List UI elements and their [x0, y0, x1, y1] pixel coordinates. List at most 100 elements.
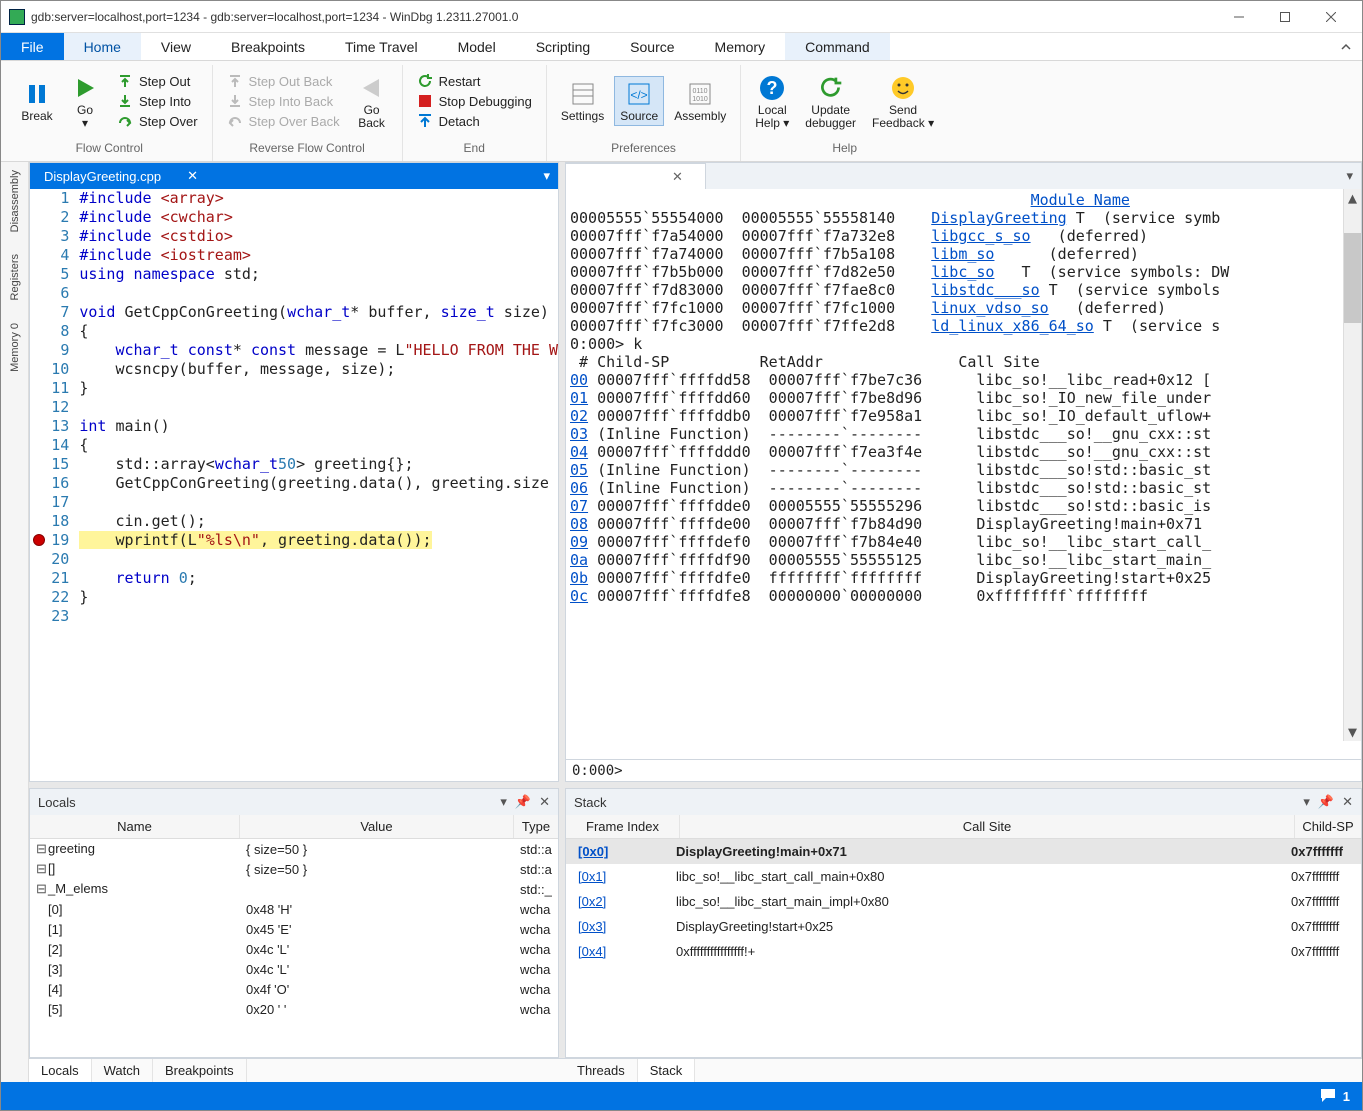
- code-line[interactable]: cin.get();: [79, 512, 558, 531]
- code-line[interactable]: #include <cwchar>: [79, 208, 558, 227]
- settings-button[interactable]: Settings: [555, 76, 610, 125]
- break-button[interactable]: Break: [15, 76, 59, 125]
- code-line[interactable]: wchar_t const* const message = L"HELLO F…: [79, 341, 558, 360]
- locals-row[interactable]: ⊟_M_elemsstd::_: [30, 879, 558, 899]
- col-value[interactable]: Value: [240, 815, 514, 838]
- editor-hscroll[interactable]: [30, 763, 558, 781]
- bottom-tab-breakpoints[interactable]: Breakpoints: [153, 1059, 247, 1082]
- code-editor[interactable]: 1234567891011121314151617181920212223#in…: [30, 189, 558, 763]
- update-debugger-button[interactable]: Update debugger: [799, 70, 862, 132]
- pane-dropdown-icon[interactable]: ▾: [1303, 794, 1310, 810]
- tab-memory[interactable]: Memory: [695, 33, 786, 60]
- code-line[interactable]: [79, 284, 558, 303]
- stack-row[interactable]: [0x2]libc_so!__libc_start_main_impl+0x80…: [566, 889, 1361, 914]
- tab-model[interactable]: Model: [438, 33, 516, 60]
- step-into-button[interactable]: Step Into: [111, 91, 204, 111]
- code-line[interactable]: [79, 607, 558, 626]
- locals-body[interactable]: ⊟greeting{ size=50 }std::a⊟[]{ size=50 }…: [30, 839, 558, 1039]
- locals-row[interactable]: ⊟[]{ size=50 }std::a: [30, 859, 558, 879]
- locals-row[interactable]: [3]0x4c 'L'wcha: [30, 959, 558, 979]
- tab-time-travel[interactable]: Time Travel: [325, 33, 438, 60]
- command-hscroll[interactable]: [566, 741, 1361, 759]
- close-tab-icon[interactable]: ✕: [179, 168, 206, 184]
- pane-menu-icon[interactable]: ▾: [543, 168, 550, 184]
- stack-row[interactable]: [0x4]0xffffffffffffffff!+0x7ffffffff: [566, 939, 1361, 964]
- tab-scripting[interactable]: Scripting: [516, 33, 610, 60]
- pane-dropdown-icon[interactable]: ▾: [500, 794, 507, 810]
- code-line[interactable]: }: [79, 379, 558, 398]
- locals-row[interactable]: [4]0x4f 'O'wcha: [30, 979, 558, 999]
- code-line[interactable]: GetCppConGreeting(greeting.data(), greet…: [79, 474, 558, 493]
- code-line[interactable]: std::array<wchar_t50> greeting{};: [79, 455, 558, 474]
- maximize-button[interactable]: [1262, 2, 1308, 32]
- locals-row[interactable]: [0]0x48 'H'wcha: [30, 899, 558, 919]
- bottom-tab-threads[interactable]: Threads: [565, 1059, 638, 1082]
- pane-menu-icon[interactable]: ▾: [1346, 168, 1353, 184]
- code-line[interactable]: #include <array>: [79, 189, 558, 208]
- feedback-indicator[interactable]: 1: [1319, 1087, 1350, 1105]
- local-help-button[interactable]: ? Local Help ▾: [749, 70, 795, 132]
- code-line[interactable]: [79, 493, 558, 512]
- breakpoint-marker[interactable]: [33, 534, 45, 546]
- pin-icon[interactable]: 📌: [515, 794, 531, 810]
- ribbon-collapse-button[interactable]: [1330, 33, 1362, 60]
- command-tab[interactable]: Command ✕: [566, 163, 706, 189]
- close-pane-icon[interactable]: ✕: [1342, 794, 1353, 810]
- stack-row[interactable]: [0x3]DisplayGreeting!start+0x250x7ffffff…: [566, 914, 1361, 939]
- detach-button[interactable]: Detach: [411, 111, 538, 131]
- code-line[interactable]: [79, 550, 558, 569]
- col-name[interactable]: Name: [30, 815, 240, 838]
- code-line[interactable]: #include <iostream>: [79, 246, 558, 265]
- tool-disassembly[interactable]: Disassembly: [7, 168, 23, 234]
- minimize-button[interactable]: [1216, 2, 1262, 32]
- col-frame-index[interactable]: Frame Index: [566, 815, 680, 838]
- close-tab-icon[interactable]: ✕: [664, 169, 691, 185]
- source-mode-button[interactable]: </> Source: [614, 76, 664, 125]
- locals-row[interactable]: [2]0x4c 'L'wcha: [30, 939, 558, 959]
- tab-breakpoints[interactable]: Breakpoints: [211, 33, 325, 60]
- tab-source[interactable]: Source: [610, 33, 694, 60]
- col-child-sp[interactable]: Child-SP: [1295, 815, 1361, 838]
- code-line[interactable]: using namespace std;: [79, 265, 558, 284]
- code-line[interactable]: int main(): [79, 417, 558, 436]
- tab-command[interactable]: Command: [785, 33, 890, 60]
- code-line[interactable]: #include <cstdio>: [79, 227, 558, 246]
- command-output[interactable]: Module Name 00005555`55554000 00005555`5…: [566, 189, 1361, 741]
- bottom-tab-locals[interactable]: Locals: [29, 1059, 92, 1082]
- tab-file[interactable]: File: [1, 33, 64, 60]
- command-input[interactable]: [627, 763, 1355, 779]
- tool-registers[interactable]: Registers: [7, 252, 23, 302]
- code-line[interactable]: {: [79, 322, 558, 341]
- code-line[interactable]: }: [79, 588, 558, 607]
- pin-icon[interactable]: 📌: [1318, 794, 1334, 810]
- restart-button[interactable]: Restart: [411, 71, 538, 91]
- go-button[interactable]: Go▾: [63, 70, 107, 132]
- close-pane-icon[interactable]: ✕: [539, 794, 550, 810]
- code-line[interactable]: [79, 398, 558, 417]
- stack-row[interactable]: [0x1]libc_so!__libc_start_call_main+0x80…: [566, 864, 1361, 889]
- locals-row[interactable]: [1]0x45 'E'wcha: [30, 919, 558, 939]
- code-line[interactable]: void GetCppConGreeting(wchar_t* buffer, …: [79, 303, 558, 322]
- stack-row[interactable]: [0x0]DisplayGreeting!main+0x710x7fffffff: [566, 839, 1361, 864]
- source-file-tab[interactable]: DisplayGreeting.cpp ✕: [30, 163, 220, 189]
- stack-hscroll[interactable]: [566, 1039, 1361, 1057]
- tab-view[interactable]: View: [141, 33, 211, 60]
- code-line[interactable]: {: [79, 436, 558, 455]
- code-line[interactable]: return 0;: [79, 569, 558, 588]
- code-line[interactable]: wcsncpy(buffer, message, size);: [79, 360, 558, 379]
- bottom-tab-stack[interactable]: Stack: [638, 1059, 696, 1082]
- command-vscroll[interactable]: ▲▼: [1343, 189, 1361, 741]
- close-button[interactable]: [1308, 2, 1354, 32]
- col-call-site[interactable]: Call Site: [680, 815, 1295, 838]
- step-out-button[interactable]: Step Out: [111, 71, 204, 91]
- stop-button[interactable]: Stop Debugging: [411, 91, 538, 111]
- code-line[interactable]: wprintf(L"%ls\n", greeting.data());: [79, 531, 558, 550]
- send-feedback-button[interactable]: Send Feedback ▾: [866, 70, 940, 132]
- assembly-mode-button[interactable]: 01101010 Assembly: [668, 76, 732, 125]
- step-over-button[interactable]: Step Over: [111, 111, 204, 131]
- tool-memory[interactable]: Memory 0: [7, 321, 23, 374]
- bottom-tab-watch[interactable]: Watch: [92, 1059, 153, 1082]
- locals-row[interactable]: ⊟greeting{ size=50 }std::a: [30, 839, 558, 859]
- stack-body[interactable]: [0x0]DisplayGreeting!main+0x710x7fffffff…: [566, 839, 1361, 1039]
- locals-hscroll[interactable]: [30, 1039, 558, 1057]
